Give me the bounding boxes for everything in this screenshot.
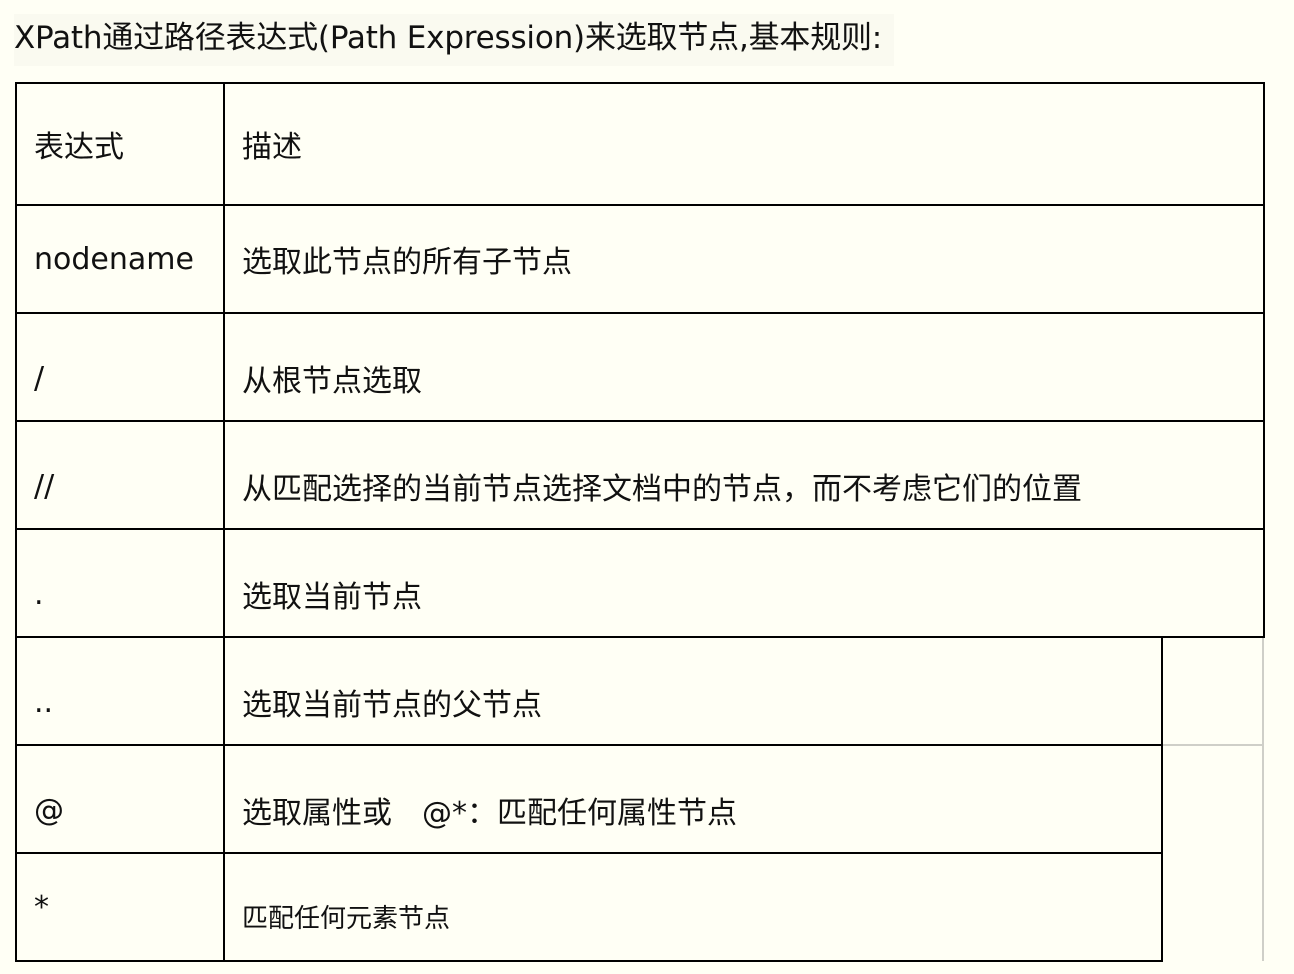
row-expression: .. (34, 684, 54, 720)
xpath-rules-table: 表达式 描述 nodename 选取此节点的所有子节点 / 从根节点选取 // … (15, 82, 1266, 963)
header-description: 描述 (242, 130, 302, 165)
table-border-bottom (15, 960, 1163, 962)
page-heading: XPath通过路径表达式(Path Expression)来选取节点,基本规则: (14, 20, 883, 56)
row-description: 选取此节点的所有子节点 (242, 245, 572, 280)
table-border-right-lower (1161, 636, 1163, 962)
row-expression: . (34, 576, 44, 612)
row-expression: * (34, 889, 49, 925)
row-expression: nodename (34, 241, 194, 277)
table-ghost-border-right (1262, 636, 1264, 961)
row-expression: / (34, 360, 45, 396)
row-description: 从匹配选择的当前节点选择文档中的节点，而不考虑它们的位置 (242, 472, 1082, 507)
row-description: 选取属性或 @*：匹配任何属性节点 (242, 796, 737, 831)
row-description: 匹配任何元素节点 (242, 903, 451, 934)
table-border-right (1263, 82, 1265, 638)
row-description: 从根节点选取 (242, 364, 422, 399)
row-expression: @ (34, 792, 64, 828)
row-description: 选取当前节点的父节点 (242, 688, 542, 723)
table-ghost-border-mid (1162, 744, 1264, 746)
header-expression: 表达式 (34, 130, 124, 165)
row-expression: // (34, 468, 55, 504)
row-description: 选取当前节点 (242, 580, 422, 615)
